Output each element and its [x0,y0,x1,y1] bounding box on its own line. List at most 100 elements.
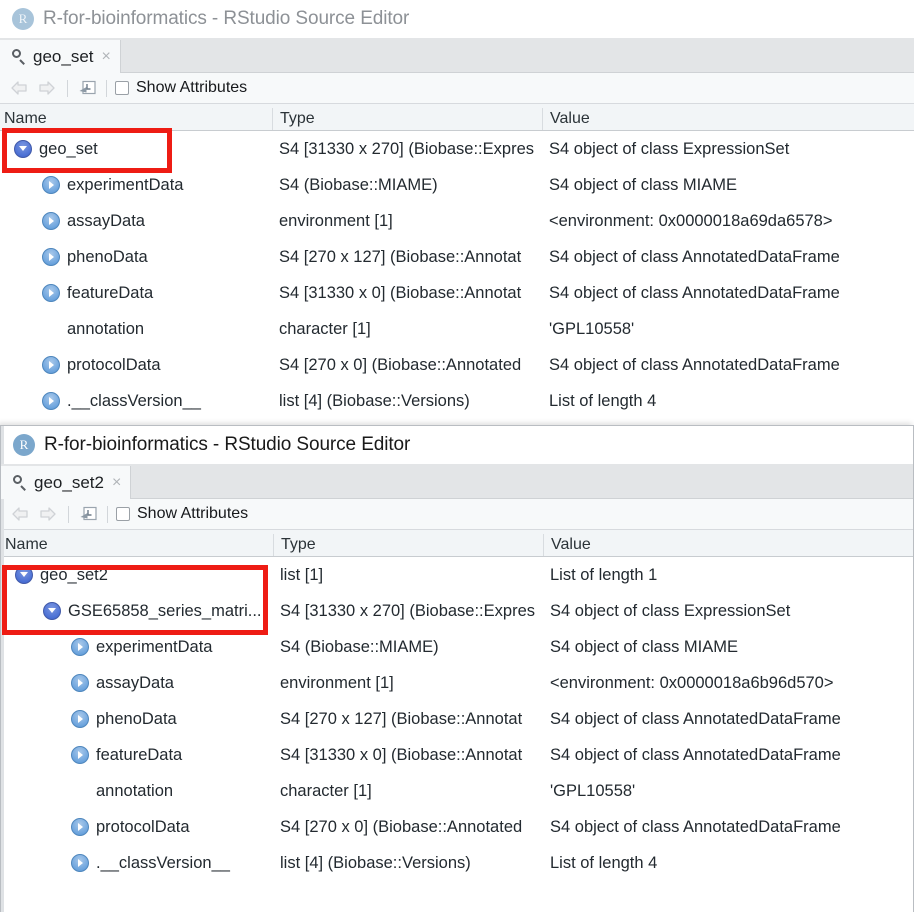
cell-name: protocolData [0,356,272,375]
cell-value: S4 object of class AnnotatedDataFrame [549,355,840,374]
cell-type: S4 [270 x 0] (Biobase::Annotated [280,817,523,836]
chevron-right-icon[interactable] [42,176,60,194]
toolbar-separator-1 [68,505,69,523]
cell-name: phenoData [1,710,273,729]
cell-name: geo_set2 [1,566,273,585]
object-name-label: .__classVersion__ [96,853,230,872]
magnifier-icon [12,475,27,490]
cell-value: S4 object of class MIAME [550,637,738,656]
table-row[interactable]: GSE65858_series_matri... S4 [31330 x 270]… [1,593,913,629]
object-name-label: .__classVersion__ [67,391,201,410]
cell-value: S4 object of class AnnotatedDataFrame [550,709,841,728]
cell-name: featureData [1,746,273,765]
object-name-label: geo_set2 [40,565,108,584]
cell-value: 'GPL10558' [549,319,635,338]
cell-type: S4 [31330 x 270] (Biobase::Expres [279,139,534,158]
window-geo-set2[interactable]: R R-for-bioinformatics - RStudio Source … [0,425,914,912]
close-icon[interactable]: × [102,48,111,65]
column-header-type[interactable]: Type [273,534,543,556]
table-row[interactable]: protocolData S4 [270 x 0] (Biobase::Annot… [0,347,914,383]
cell-value: S4 object of class AnnotatedDataFrame [549,247,840,266]
chevron-right-icon[interactable] [71,674,89,692]
cell-name: .__classVersion__ [0,392,272,411]
column-header-name[interactable]: Name [0,108,272,130]
table-row[interactable]: protocolData S4 [270 x 0] (Biobase::Annot… [1,809,913,845]
close-icon[interactable]: × [112,474,121,491]
tab-geo-set[interactable]: geo_set × [0,40,121,73]
object-name-label: phenoData [67,247,148,266]
magnifier-icon [11,49,26,64]
titlebar-geo-set2[interactable]: R R-for-bioinformatics - RStudio Source … [1,426,913,464]
chevron-right-icon[interactable] [71,638,89,656]
cell-type: environment [1] [279,211,393,230]
table-row[interactable]: geo_set2 list [1] List of length 1 [1,557,913,593]
cell-name: geo_set [0,140,272,159]
chevron-down-icon[interactable] [15,566,33,584]
toolbar: Show Attributes [1,499,913,530]
table-row[interactable]: geo_set S4 [31330 x 270] (Biobase::Expres… [0,131,914,167]
back-arrow-icon[interactable] [9,79,32,97]
table-row[interactable]: .__classVersion__ list [4] (Biobase::Vers… [1,845,913,881]
chevron-right-icon[interactable] [42,392,60,410]
table-row[interactable]: assayData environment [1] <environment: 0x… [1,665,913,701]
table-row[interactable]: featureData S4 [31330 x 0] (Biobase::Anno… [1,737,913,773]
tab-geo-set2[interactable]: geo_set2 × [1,466,132,499]
toolbar-separator-2 [106,79,107,97]
table-row[interactable]: phenoData S4 [270 x 127] (Biobase::Annota… [0,239,914,275]
chevron-right-icon[interactable] [42,212,60,230]
refresh-view-icon[interactable] [76,79,98,97]
chevron-right-icon[interactable] [71,746,89,764]
table-row[interactable]: phenoData S4 [270 x 127] (Biobase::Annota… [1,701,913,737]
cell-name: assayData [0,212,272,231]
table-row[interactable]: featureData S4 [31330 x 0] (Biobase::Anno… [0,275,914,311]
r-logo-icon: R [12,8,34,30]
column-header-name[interactable]: Name [1,534,273,556]
chevron-right-icon[interactable] [42,356,60,374]
cell-name: phenoData [0,248,272,267]
cell-type: S4 [270 x 127] (Biobase::Annotat [279,247,522,266]
cell-name: protocolData [1,818,273,837]
chevron-right-icon[interactable] [42,284,60,302]
chevron-right-icon[interactable] [42,248,60,266]
cell-type: S4 [31330 x 270] (Biobase::Expres [280,601,535,620]
object-name-label: phenoData [96,709,177,728]
cell-name: annotation [0,320,272,339]
chevron-right-icon[interactable] [71,854,89,872]
cell-name: experimentData [0,176,272,195]
object-name-label: annotation [67,319,145,338]
chevron-down-icon[interactable] [14,140,32,158]
toolbar: Show Attributes [0,73,914,104]
forward-arrow-icon[interactable] [35,505,58,523]
table-row[interactable]: .__classVersion__ list [4] (Biobase::Vers… [0,383,914,419]
column-header-type[interactable]: Type [272,108,542,130]
cell-type: S4 (Biobase::MIAME) [280,637,439,656]
table-row[interactable]: assayData environment [1] <environment: 0x… [0,203,914,239]
cell-value: S4 object of class AnnotatedDataFrame [550,745,841,764]
titlebar-geo-set[interactable]: R R-for-bioinformatics - RStudio Source … [0,0,914,38]
no-toggle-spacer [42,320,60,338]
back-arrow-icon[interactable] [10,505,33,523]
cell-name: assayData [1,674,273,693]
column-header-value[interactable]: Value [543,534,913,556]
forward-arrow-icon[interactable] [34,79,57,97]
cell-value: List of length 4 [549,391,657,410]
chevron-down-icon[interactable] [43,602,61,620]
cell-type: list [1] [280,565,324,584]
chevron-right-icon[interactable] [71,710,89,728]
column-header-value[interactable]: Value [542,108,914,130]
refresh-view-icon[interactable] [77,505,99,523]
table-row[interactable]: annotation character [1] 'GPL10558' [0,311,914,347]
toolbar-separator-1 [67,79,68,97]
table-row[interactable]: experimentData S4 (Biobase::MIAME) S4 obje… [1,629,913,665]
show-attributes-checkbox[interactable] [115,81,129,95]
cell-type: character [1] [279,319,371,338]
no-toggle-spacer [71,782,89,800]
cell-type: environment [1] [280,673,394,692]
object-name-label: annotation [96,781,174,800]
table-row[interactable]: annotation character [1] 'GPL10558' [1,773,913,809]
table-row[interactable]: experimentData S4 (Biobase::MIAME) S4 obje… [0,167,914,203]
show-attributes-checkbox[interactable] [116,507,130,521]
window-geo-set[interactable]: R R-for-bioinformatics - RStudio Source … [0,0,914,430]
chevron-right-icon[interactable] [71,818,89,836]
cell-value: 'GPL10558' [550,781,636,800]
